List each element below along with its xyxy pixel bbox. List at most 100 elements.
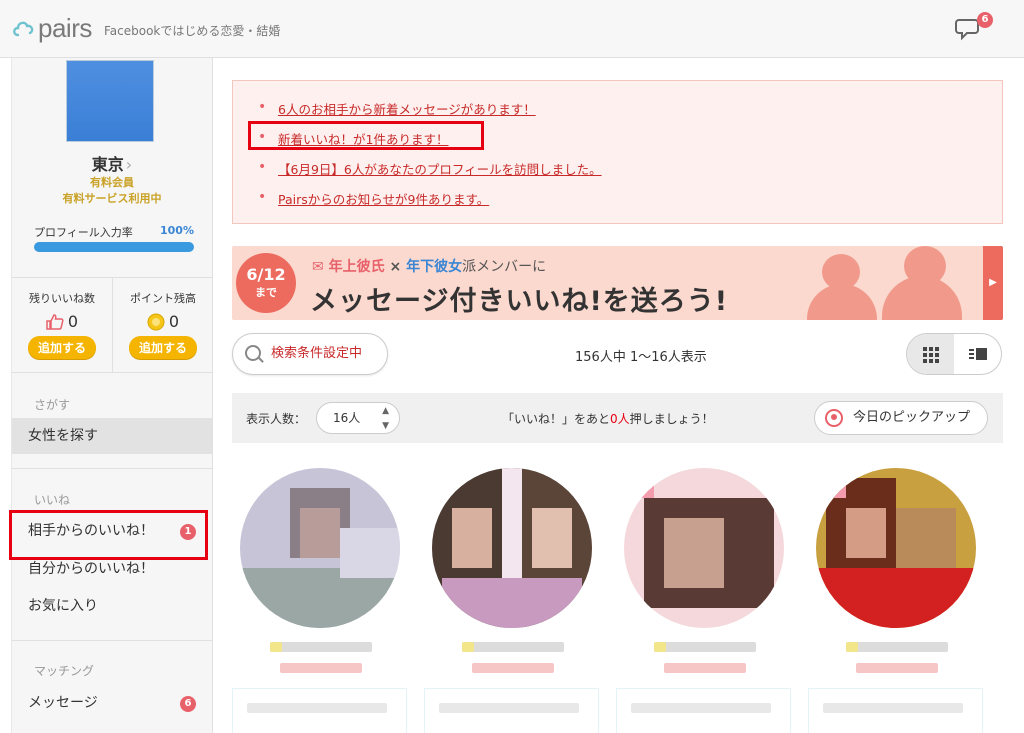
divider	[12, 468, 212, 469]
profile-photo	[240, 468, 400, 628]
banner-younger-girlfriend: 年下彼女	[406, 259, 463, 275]
highlight-box	[9, 510, 208, 560]
silhouette-figure	[904, 246, 946, 286]
likes-msg-num: 0人	[610, 412, 630, 426]
photo-pixel	[816, 568, 976, 628]
notification-button[interactable]: 6	[955, 12, 995, 42]
profile-rate-label: プロフィール入力率	[34, 226, 133, 239]
logo-text: pairs	[38, 12, 92, 43]
add-likes-button[interactable]: 追加する	[27, 336, 96, 359]
banner-date-sub: まで	[255, 286, 277, 299]
likes-msg-post: 押しましょう！	[629, 412, 714, 426]
blurred-info	[664, 663, 746, 673]
alert-new-messages[interactable]: 6人のお相手から新着メッセージがあります！	[258, 99, 536, 118]
photo-pixel	[452, 508, 492, 568]
photo-pixel	[532, 508, 572, 568]
silhouette-figure	[822, 254, 860, 290]
profile-progress-bar	[34, 242, 194, 252]
alert-profile-visits[interactable]: 【6月9日】6人があなたのプロフィールを訪問しました。	[258, 159, 602, 178]
results-toolbar: 表示人数： 16人 ▲ ▼ 「いいね！」をあと0人押しましょう！ 今日のピックアッ…	[232, 393, 1003, 443]
mail-icon: ✉	[312, 259, 324, 275]
blurred-name-accent	[654, 642, 666, 652]
banner-older-boyfriend: 年上彼氏	[328, 259, 385, 275]
photo-pixel	[442, 578, 582, 628]
photo-pixel	[664, 518, 724, 588]
grid-icon	[922, 347, 939, 363]
view-toggle	[906, 333, 1002, 375]
blurred-name-accent	[270, 642, 282, 652]
profile-card[interactable]	[424, 460, 599, 733]
profile-card[interactable]	[232, 460, 407, 733]
search-icon	[245, 345, 261, 361]
photo-pixel	[816, 468, 846, 498]
coin-icon	[147, 313, 165, 330]
blurred-info	[280, 663, 362, 673]
photo-pixel	[340, 528, 400, 578]
grid-view-button[interactable]	[907, 334, 954, 374]
card-footer	[424, 688, 599, 733]
points-value: 0	[168, 312, 180, 331]
top-bar: pairs Facebookではじめる恋愛・結婚 6	[0, 0, 1024, 58]
tagline: Facebookではじめる恋愛・結婚	[104, 24, 281, 38]
blurred-name-accent	[462, 642, 474, 652]
sidebar-item-messages[interactable]: メッセージ 6	[12, 685, 212, 721]
photo-pixel	[300, 508, 340, 558]
person-icon	[825, 409, 843, 427]
chevron-right-icon[interactable]: ▶	[983, 246, 1003, 320]
sidebar-item-favorites[interactable]: お気に入り	[12, 588, 212, 624]
blurred-name-accent	[846, 642, 858, 652]
banner-members: 派メンバーに	[462, 259, 547, 275]
likes-remaining-value-row: 0	[12, 312, 112, 331]
photo-pixel	[846, 508, 886, 558]
sidebar-item-label: メッセージ	[28, 695, 98, 711]
chevron-right-icon: ›	[125, 155, 133, 174]
profile-photo	[432, 468, 592, 628]
points-value-row: 0	[113, 312, 213, 331]
todays-pickup-button[interactable]: 今日のピックアップ	[814, 401, 988, 435]
card-footer	[616, 688, 791, 733]
profile-rate-value: 100%	[160, 224, 194, 237]
location-text: 東京	[91, 155, 124, 174]
promo-banner[interactable]: 6/12 まで ✉ 年上彼氏 × 年下彼女派メンバーに メッセージ付きいいね!を…	[232, 246, 1003, 320]
list-view-button[interactable]	[954, 334, 1001, 374]
banner-date-badge: 6/12 まで	[236, 253, 296, 313]
banner-headline: メッセージ付きいいね!を送ろう!	[310, 286, 729, 317]
notification-badge: 6	[977, 12, 993, 28]
profile-card[interactable]	[808, 460, 983, 733]
profile-card[interactable]	[616, 460, 791, 733]
location-link[interactable]: 東京 ›	[12, 151, 212, 175]
member-status-1: 有料会員	[90, 176, 134, 189]
divider	[12, 640, 212, 641]
sidebar-item-find-women[interactable]: 女性を探す	[12, 418, 212, 454]
add-points-button[interactable]: 追加する	[128, 336, 197, 359]
card-footer	[232, 688, 407, 733]
likes-remaining-box: 残りいいね数 0 追加する	[12, 278, 112, 372]
member-status-2: 有料サービス利用中	[62, 192, 162, 205]
photo-pixel	[896, 508, 956, 568]
cloud-logo-icon	[13, 21, 34, 37]
search-conditions-label: 検索条件設定中	[271, 346, 363, 361]
avatar[interactable]	[66, 60, 154, 142]
banner-cross: ×	[389, 259, 402, 275]
member-status: 有料会員 有料サービス利用中	[12, 175, 212, 207]
likes-remaining-message: 「いいね！」をあと0人押しましょう！	[502, 410, 714, 427]
display-count-select[interactable]: 16人 ▲ ▼	[316, 402, 400, 434]
notification-panel: 6人のお相手から新着メッセージがあります！ 新着いいね！が1件あります！ 【6月…	[232, 80, 1003, 224]
todays-pickup-label: 今日のピックアップ	[853, 410, 971, 425]
list-icon	[968, 348, 987, 360]
search-conditions-button[interactable]: 検索条件設定中	[232, 333, 388, 375]
blurred-info	[472, 663, 554, 673]
banner-date: 6/12	[246, 265, 286, 284]
blurred-name	[462, 642, 564, 652]
profile-photo	[624, 468, 784, 628]
thumbs-up-icon	[46, 313, 64, 330]
pairs-logo[interactable]: pairs	[12, 10, 92, 46]
points-label: ポイント残高	[130, 292, 196, 305]
messages-badge: 6	[180, 696, 196, 712]
result-count: 156人中 1〜16人表示	[575, 350, 707, 365]
card-footer	[808, 688, 983, 733]
alert-pairs-news[interactable]: Pairsからのお知らせが9件あります。	[258, 189, 489, 208]
likes-msg-pre: 「いいね！」をあと	[502, 412, 611, 426]
points-box: ポイント残高 0 追加する	[113, 278, 213, 372]
blurred-name	[846, 642, 948, 652]
